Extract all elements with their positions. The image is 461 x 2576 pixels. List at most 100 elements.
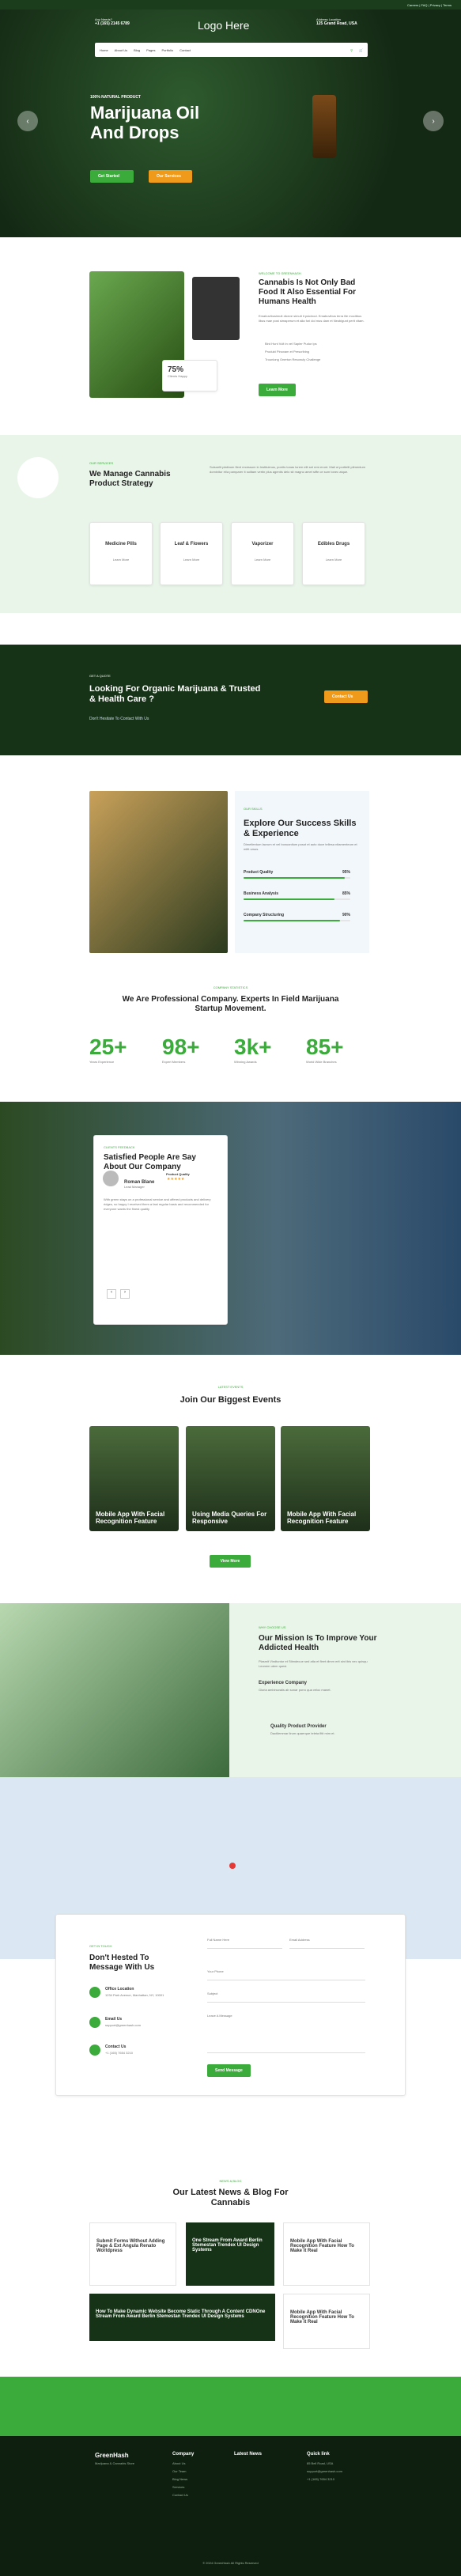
news-card[interactable]: Mobile App With Facial Recognition Featu… bbox=[283, 2222, 370, 2286]
event-card[interactable]: Mobile App With Facial Recognition Featu… bbox=[281, 1426, 370, 1531]
footer-brand[interactable]: GreenHash bbox=[95, 2452, 129, 2459]
email-icon bbox=[89, 2017, 100, 2028]
service-card[interactable]: Leaf & Flowers Learn More bbox=[160, 522, 223, 585]
mission-image bbox=[0, 1603, 229, 1777]
footer-contact: 85 Bell Road, USA bbox=[307, 2461, 334, 2465]
nav-pages[interactable]: Pages bbox=[146, 48, 155, 52]
search-icon[interactable]: ⚲ bbox=[350, 48, 353, 52]
phone-input[interactable]: Your Phone bbox=[207, 1969, 365, 1980]
stat-number: 98+ bbox=[162, 1035, 200, 1059]
next-icon[interactable]: › bbox=[120, 1289, 130, 1299]
get-started-button[interactable]: Get Started bbox=[90, 170, 134, 183]
news-card[interactable]: Submit Forms Without Adding Page & Ext A… bbox=[89, 2222, 176, 2286]
name-input[interactable]: Full Name Here bbox=[207, 1938, 282, 1949]
events-eyebrow: LATEST EVENTS bbox=[217, 1385, 244, 1389]
skill-fill bbox=[244, 898, 334, 900]
service-link[interactable]: Learn More bbox=[235, 558, 290, 562]
mission-text: Plasmit Vindtuntur et Stimdecue sed alta… bbox=[259, 1659, 368, 1668]
footer-link[interactable]: About Us bbox=[172, 2461, 194, 2465]
logo[interactable]: Logo Here bbox=[198, 19, 249, 32]
footer-link[interactable]: Contact Us bbox=[172, 2493, 194, 2497]
addr: 125 Grand Road, USA bbox=[316, 21, 357, 26]
footer-tag: Marijuana & Cannabis Store bbox=[95, 2461, 135, 2465]
subject-input[interactable]: Subject bbox=[207, 1992, 365, 2003]
service-card[interactable]: Edibles Drugs Learn More bbox=[302, 522, 365, 585]
feature-title: Experience Company bbox=[259, 1681, 308, 1685]
skill-bar: Product Quality 95% bbox=[244, 870, 350, 879]
email-input[interactable]: Email Address bbox=[289, 1938, 365, 1949]
services-button[interactable]: Our Services bbox=[149, 170, 192, 183]
view-more-button[interactable]: View More bbox=[210, 1555, 251, 1568]
stat-label: World Wide Branches bbox=[306, 1060, 337, 1064]
topbar: Careers | FAQ | Privacy | Terms bbox=[0, 0, 461, 9]
email-text[interactable]: support@greenhash.com bbox=[105, 2023, 141, 2028]
service-link[interactable]: Learn More bbox=[164, 558, 219, 562]
news-eyebrow: NEWS & BLOG bbox=[219, 2179, 242, 2183]
services-text: Suisoelit platinum flent recessum in Ins… bbox=[210, 465, 365, 474]
phone-icon bbox=[89, 2045, 100, 2056]
skill-label: Product Quality bbox=[244, 870, 274, 875]
testimonial-section bbox=[0, 1102, 461, 1355]
prev-arrow-icon[interactable]: ‹ bbox=[17, 111, 38, 131]
location-title: Office Location bbox=[105, 1987, 134, 1992]
footer-link[interactable]: Services bbox=[172, 2485, 194, 2489]
footer-quick: Quick link 85 Bell Road, USA support@gre… bbox=[307, 2452, 342, 2485]
email-title: Email Us bbox=[105, 2017, 123, 2022]
message-input[interactable]: Leave A Message bbox=[207, 2014, 365, 2053]
contact-title: Don't Hested To Message With Us bbox=[89, 1954, 155, 1972]
next-arrow-icon[interactable]: › bbox=[423, 111, 444, 131]
cannabis-leaf-icon bbox=[17, 457, 59, 498]
nav-blog[interactable]: Blog bbox=[134, 48, 140, 52]
nav-contact[interactable]: Contact bbox=[179, 48, 191, 52]
news-card[interactable]: Mobile App With Facial Recognition Featu… bbox=[283, 2294, 370, 2349]
skill-label: Business Analysis bbox=[244, 891, 279, 896]
service-link[interactable]: Learn More bbox=[93, 558, 149, 562]
skill-fill bbox=[244, 920, 340, 921]
skill-bar: Company Structuring 90% bbox=[244, 913, 350, 921]
footer-contact[interactable]: +1 (165) 7654 3210 bbox=[307, 2477, 342, 2481]
rating-badge: Product Quality bbox=[166, 1172, 190, 1176]
about-title: Cannabis Is Not Only Bad Food It Also Es… bbox=[259, 278, 356, 306]
news-card[interactable]: One Stream From Award Berlin Stemestan T… bbox=[186, 2222, 274, 2286]
event-card[interactable]: Mobile App With Facial Recognition Featu… bbox=[89, 1426, 179, 1531]
footer-link[interactable]: Our Team bbox=[172, 2469, 194, 2473]
phone-title: Contact Us bbox=[105, 2045, 127, 2049]
event-card[interactable]: Using Media Queries For Responsive bbox=[186, 1426, 275, 1531]
stat-number: 85+ bbox=[306, 1035, 344, 1059]
phone[interactable]: +1 (165) 2145 6789 bbox=[95, 21, 130, 26]
quote-sub: Don't Hesitate To Contact With Us bbox=[89, 717, 149, 721]
about-list-item: Produkt Pinoxam et Prescribing bbox=[265, 350, 310, 354]
avatar bbox=[103, 1171, 119, 1186]
service-card[interactable]: Vaporizer Learn More bbox=[231, 522, 294, 585]
nav-home[interactable]: Home bbox=[100, 48, 108, 52]
prev-icon[interactable]: ‹ bbox=[107, 1289, 116, 1299]
phone-text[interactable]: +1 (165) 7654 3210 bbox=[105, 2051, 133, 2056]
send-message-button[interactable]: Send Message bbox=[207, 2064, 251, 2077]
skills-eyebrow: OUR SKILLS bbox=[244, 807, 263, 811]
contact-us-button[interactable]: Contact Us bbox=[324, 690, 368, 703]
topbar-links[interactable]: Careers | FAQ | Privacy | Terms bbox=[407, 3, 452, 7]
hero-title-2: And Drops bbox=[90, 123, 179, 142]
about-learn-more-button[interactable]: Learn More bbox=[259, 384, 296, 396]
footer bbox=[0, 2436, 461, 2576]
skill-track bbox=[244, 920, 350, 921]
map-pin-icon[interactable] bbox=[229, 1863, 236, 1869]
service-title: Vaporizer bbox=[251, 542, 274, 547]
skill-track bbox=[244, 877, 350, 879]
happy-label: Clients Happy bbox=[168, 374, 187, 378]
footer-col-title: Latest News bbox=[234, 2452, 263, 2457]
skills-title: Explore Our Success Skills & Experience bbox=[244, 819, 357, 838]
cart-icon[interactable]: 🛒 bbox=[359, 48, 363, 52]
stat-label: Expert Members bbox=[162, 1060, 186, 1064]
service-card[interactable]: Medicine Pills Learn More bbox=[89, 522, 153, 585]
skill-track bbox=[244, 898, 350, 900]
footer-contact[interactable]: support@greenhash.com bbox=[307, 2469, 342, 2473]
contact-eyebrow: GET IN TOUCH bbox=[89, 1944, 112, 1948]
nav-portfolio[interactable]: Portfolio bbox=[161, 48, 173, 52]
stat-item: 3k+ Winning Awards bbox=[234, 1035, 272, 1065]
skills-image bbox=[89, 791, 228, 953]
footer-link[interactable]: Blog News bbox=[172, 2477, 194, 2481]
service-link[interactable]: Learn More bbox=[306, 558, 361, 562]
news-card[interactable]: How To Make Dynamic Website Become Stati… bbox=[89, 2294, 275, 2341]
nav-about[interactable]: About Us bbox=[115, 48, 127, 52]
